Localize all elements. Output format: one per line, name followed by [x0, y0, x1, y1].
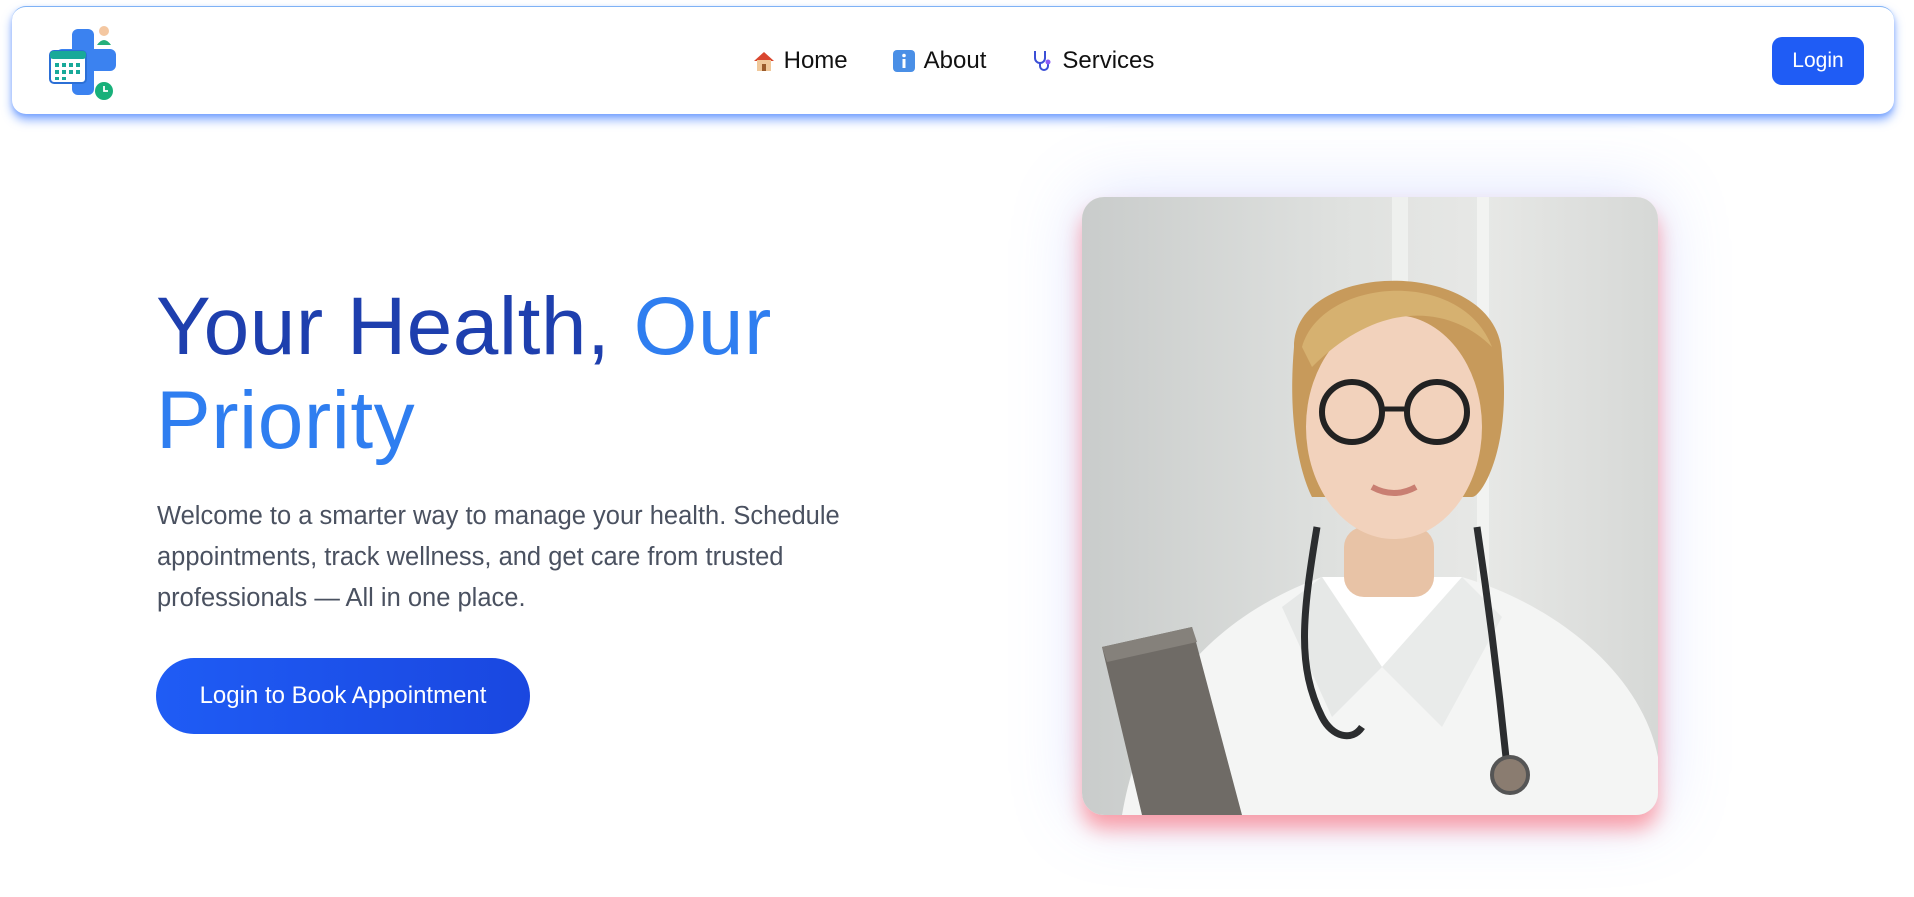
app-logo[interactable]: [48, 21, 122, 101]
info-icon: [892, 49, 915, 72]
login-button[interactable]: Login: [1772, 36, 1864, 85]
doctor-photo: [1082, 197, 1658, 815]
main-nav: Home About Services: [12, 7, 1894, 114]
nav-services-label: Services: [1062, 46, 1155, 74]
hero-title: Your Health, Our Priority: [156, 280, 876, 468]
nav-about-label: About: [923, 46, 987, 74]
book-appointment-button[interactable]: Login to Book Appointment: [156, 658, 530, 734]
hero-description: Welcome to a smarter way to manage your …: [157, 502, 840, 612]
nav-home[interactable]: Home: [752, 47, 848, 75]
calendar-medical-cross-icon: [49, 25, 116, 100]
house-icon: [753, 51, 774, 71]
nav-home-label: Home: [783, 46, 848, 74]
nav-services[interactable]: Services: [1030, 47, 1154, 75]
top-navbar: Home About Services Login: [12, 6, 1894, 114]
hero-title-part1: Your Health,: [156, 281, 634, 372]
doctor-illustration: [1102, 197, 1658, 815]
stethoscope-icon: [1034, 50, 1051, 71]
nav-about[interactable]: About: [892, 46, 987, 75]
